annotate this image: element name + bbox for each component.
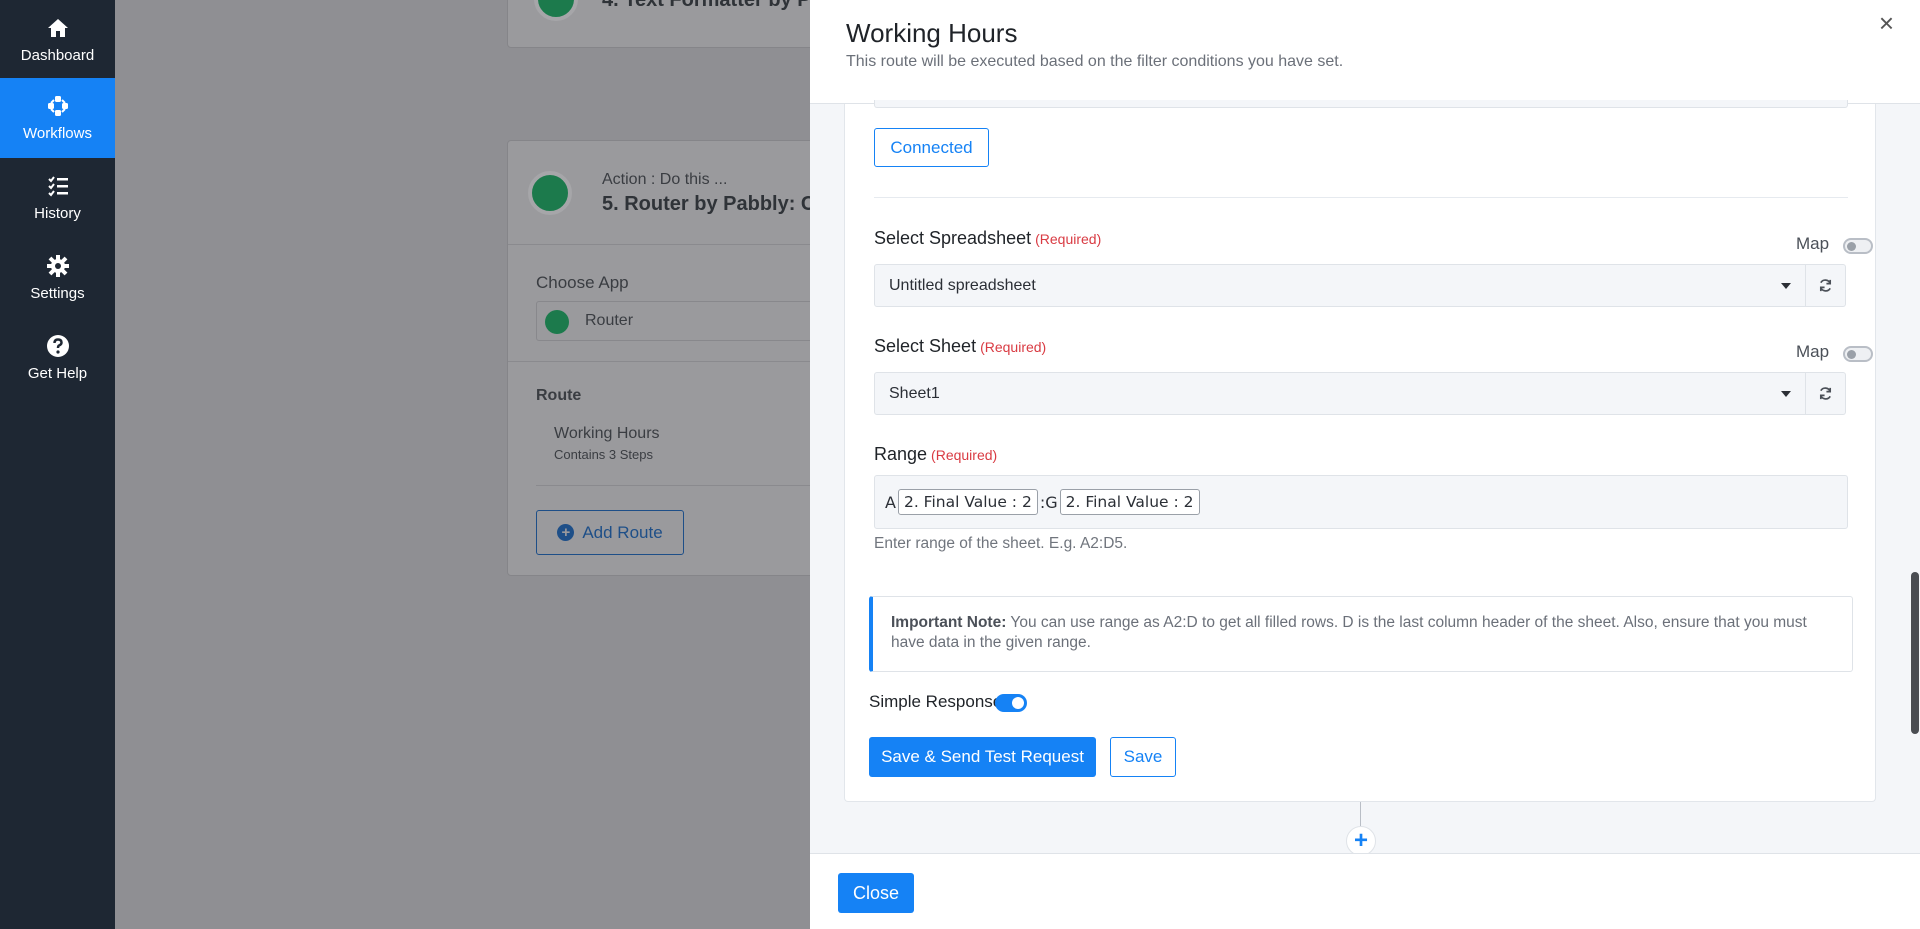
required-tag: (Required)	[980, 339, 1047, 355]
save-button[interactable]: Save	[1110, 737, 1176, 777]
refresh-icon	[1819, 387, 1832, 400]
step-5-action: Action : Do this ...	[602, 171, 728, 188]
step-4-title: 4. Text Formatter by P	[602, 0, 811, 11]
choose-app-label: Choose App	[536, 273, 629, 292]
nav-dashboard[interactable]: Dashboard	[0, 0, 115, 80]
router-app-icon	[528, 171, 572, 215]
spreadsheet-refresh-button[interactable]	[1806, 264, 1846, 307]
nav-history[interactable]: History	[0, 158, 115, 238]
note-text: You can use range as A2:D to get all fil…	[891, 614, 1807, 651]
save-send-test-button[interactable]: Save & Send Test Request	[869, 737, 1096, 777]
simple-response-toggle[interactable]	[995, 694, 1027, 712]
simple-response-label: Simple Response	[869, 692, 1003, 711]
caret-down-icon	[1781, 391, 1791, 397]
spreadsheet-label: Select Spreadsheet (Required)	[874, 228, 1101, 249]
nav-get-help[interactable]: Get Help	[0, 318, 115, 398]
nav-history-label: History	[34, 205, 81, 222]
add-route-label: Add Route	[582, 522, 663, 542]
gear-icon	[46, 255, 69, 277]
connected-button[interactable]: Connected	[874, 128, 989, 167]
modal-subtitle: This route will be executed based on the…	[846, 53, 1344, 70]
step-connector	[1360, 802, 1361, 826]
spreadsheet-select-value: Untitled spreadsheet	[889, 276, 1036, 294]
sidebar: Dashboard Workflows History Settings Get…	[0, 0, 115, 929]
nav-dashboard-label: Dashboard	[20, 47, 95, 64]
route-name[interactable]: Working Hours	[554, 425, 660, 443]
range-label: Range (Required)	[874, 444, 997, 465]
range-hint: Enter range of the sheet. E.g. A2:D5.	[874, 535, 1128, 552]
route-steps: Contains 3 Steps	[554, 447, 654, 462]
note-title: Important Note:	[891, 614, 1007, 631]
range-end-variable-chip[interactable]: 2. Final Value : 2	[1059, 489, 1200, 515]
action-form-card: Connected Select Spreadsheet (Required) M…	[844, 100, 1876, 802]
refresh-icon	[1819, 279, 1832, 292]
step-4-app-icon	[534, 0, 578, 21]
modal-footer: Close	[810, 853, 1920, 929]
sheet-map-label: Map	[1796, 342, 1830, 361]
help-icon	[46, 335, 69, 357]
important-note: Important Note: You can use range as A2:…	[869, 596, 1853, 672]
sheet-map-toggle[interactable]	[1843, 346, 1873, 362]
required-tag: (Required)	[1035, 231, 1102, 247]
home-icon	[47, 19, 68, 37]
range-start-variable-chip[interactable]: 2. Final Value : 2	[897, 489, 1038, 515]
range-prefix: A	[885, 492, 896, 512]
sheet-refresh-button[interactable]	[1806, 372, 1846, 415]
range-input[interactable]: A 2. Final Value : 2 :G 2. Final Value :…	[874, 475, 1848, 529]
router-icon	[545, 310, 569, 334]
nav-get-help-label: Get Help	[27, 365, 88, 382]
history-icon	[47, 176, 68, 197]
nav-settings[interactable]: Settings	[0, 238, 115, 318]
range-separator: :G	[1039, 492, 1058, 512]
workflow-icon	[47, 96, 68, 116]
sheet-select[interactable]: Sheet1	[874, 372, 1806, 415]
plus-circle-icon: +	[557, 524, 575, 541]
nav-workflows-label: Workflows	[23, 125, 92, 142]
add-route-button[interactable]: + Add Route	[536, 510, 684, 555]
sheet-label: Select Sheet (Required)	[874, 336, 1046, 357]
step-5-title: 5. Router by Pabbly: C	[602, 193, 816, 215]
close-icon[interactable]: ×	[1879, 10, 1894, 36]
spreadsheet-map-label: Map	[1796, 234, 1830, 253]
route-label: Route	[536, 387, 582, 404]
close-button[interactable]: Close	[838, 873, 914, 913]
spreadsheet-select[interactable]: Untitled spreadsheet	[874, 264, 1806, 307]
choose-app-value: Router	[585, 312, 634, 329]
nav-settings-label: Settings	[30, 285, 85, 302]
nav-workflows[interactable]: Workflows	[0, 78, 115, 158]
sheet-select-value: Sheet1	[889, 384, 940, 402]
range-label-text: Range	[874, 444, 928, 464]
scrollbar[interactable]	[1910, 104, 1920, 854]
spreadsheet-map-toggle[interactable]	[1843, 238, 1873, 254]
divider	[874, 197, 1848, 198]
sheet-label-text: Select Sheet	[874, 336, 977, 356]
modal-title: Working Hours	[846, 18, 1018, 48]
scrollbar-thumb[interactable]	[1911, 572, 1919, 734]
modal-header: Working Hours This route will be execute…	[810, 0, 1920, 104]
caret-down-icon	[1781, 283, 1791, 289]
add-step-button[interactable]: +	[1346, 826, 1376, 856]
spreadsheet-label-text: Select Spreadsheet	[874, 228, 1032, 248]
route-modal: Working Hours This route will be execute…	[810, 0, 1920, 929]
required-tag: (Required)	[931, 447, 998, 463]
previous-field	[874, 100, 1848, 108]
